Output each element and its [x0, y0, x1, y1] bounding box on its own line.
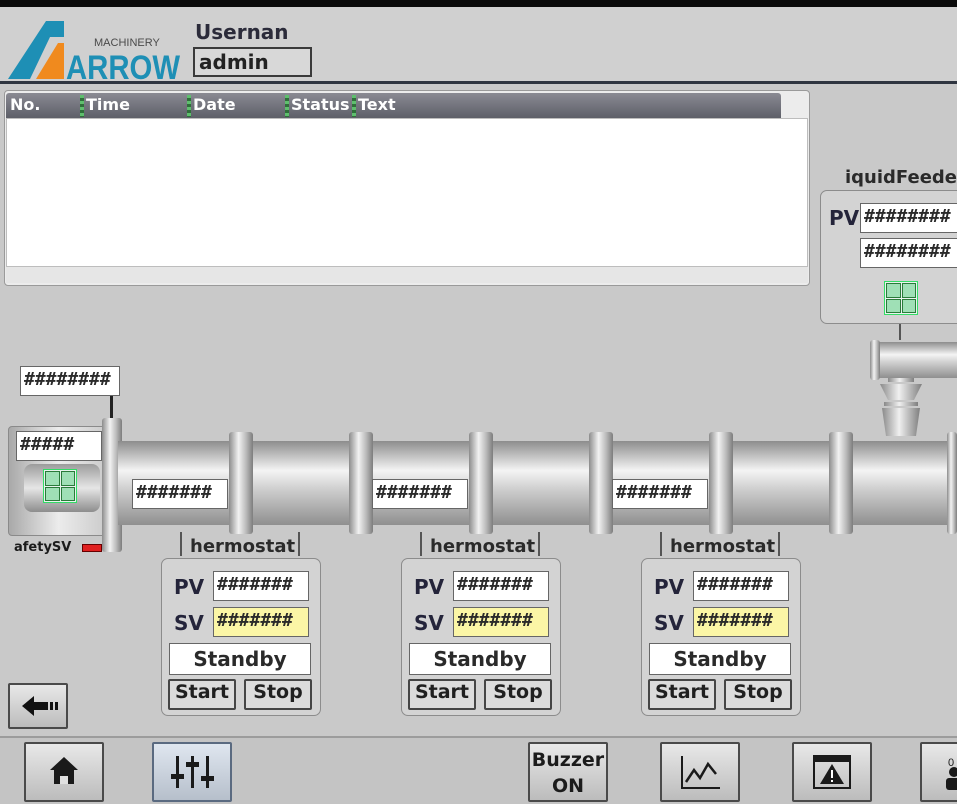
motor-speed-value[interactable]: ##### [16, 431, 102, 461]
settings-button[interactable] [152, 742, 232, 802]
barrel-flange [947, 432, 957, 534]
column-resize-handle[interactable] [352, 95, 356, 117]
alarm-col-date[interactable]: Date [193, 95, 236, 114]
zone1-pv-label: PV [174, 575, 205, 599]
zone2-pv-label: PV [414, 575, 445, 599]
home-icon [50, 757, 78, 784]
feeder-pv-label: PV [829, 206, 860, 230]
zone3-pv-label: PV [654, 575, 685, 599]
top-strip [0, 0, 957, 7]
buzzer-state: ON [551, 775, 585, 797]
zone1-start-button[interactable]: Start [168, 679, 236, 710]
alarm-table-body[interactable] [6, 118, 808, 267]
column-resize-handle[interactable] [80, 95, 84, 117]
line-chart-icon [681, 756, 720, 789]
zone2-title: hermostat [430, 536, 536, 557]
barrel-flange [229, 432, 253, 534]
alarm-button[interactable] [792, 742, 872, 802]
tab-line [180, 532, 182, 556]
zone3-title: hermostat [670, 536, 776, 557]
sliders-icon [171, 756, 214, 788]
buzzer-label: Buzzer [531, 749, 605, 771]
feeder-hopper [880, 378, 922, 440]
user-partial-label: 0 [948, 757, 954, 769]
zone1-sv-value[interactable]: ####### [213, 607, 309, 637]
home-button[interactable] [24, 742, 104, 802]
barrel-flange [469, 432, 493, 534]
barrel-flange [349, 432, 373, 534]
username-label: Usernan [195, 20, 289, 44]
logo-small-text: MACHINERY [94, 37, 160, 49]
zone2-sv-label: SV [414, 611, 444, 635]
zone3-stop-button[interactable]: Stop [724, 679, 792, 710]
username-field[interactable]: admin [193, 47, 312, 77]
zone2-start-button[interactable]: Start [408, 679, 476, 710]
alarm-table-footer [6, 267, 808, 283]
zone3-sv-label: SV [654, 611, 684, 635]
user-button[interactable]: 0 [920, 742, 957, 802]
zone3-pv-value: ####### [693, 571, 789, 601]
alarm-col-no[interactable]: No. [10, 95, 40, 114]
zone2-stop-button[interactable]: Stop [484, 679, 552, 710]
zone1-sv-label: SV [174, 611, 204, 635]
safety-sv-label: afetySV [14, 540, 72, 555]
user-icon: 0 [946, 757, 957, 790]
motor-connector [110, 396, 113, 418]
safety-indicator [82, 544, 102, 552]
zone2-pv-value: ####### [453, 571, 549, 601]
feeder-title: iquidFeede [845, 167, 957, 188]
zone3-barrel-temp: ####### [612, 479, 708, 509]
tab-line [660, 532, 662, 556]
zone1-title: hermostat [190, 536, 296, 557]
zone2-status: Standby [409, 643, 551, 675]
arrow-logo: MACHINERY ARROW [6, 13, 184, 87]
back-button[interactable] [8, 683, 68, 729]
zone2-sv-value[interactable]: ####### [453, 607, 549, 637]
connector-line [899, 324, 901, 340]
tab-line [778, 532, 780, 556]
zone3-start-button[interactable]: Start [648, 679, 716, 710]
trend-chart-icon[interactable] [43, 469, 77, 503]
feeder-pv-value: ######## [860, 203, 957, 233]
alarm-col-text[interactable]: Text [358, 95, 396, 114]
tab-line [538, 532, 540, 556]
zone1-barrel-temp: ####### [132, 479, 228, 509]
zone2-barrel-temp: ####### [372, 479, 468, 509]
warning-icon [813, 755, 851, 789]
barrel-flange [709, 432, 733, 534]
feeder-pipe [872, 342, 957, 378]
column-resize-handle[interactable] [187, 95, 191, 117]
trend-chart-icon[interactable] [884, 281, 918, 315]
feeder-sv-value[interactable]: ######## [860, 238, 957, 268]
barrel-flange [829, 432, 853, 534]
tab-line [420, 532, 422, 556]
back-arrow-icon [22, 696, 58, 716]
zone1-status: Standby [169, 643, 311, 675]
tab-line [298, 532, 300, 556]
buzzer-button[interactable]: Buzzer ON [528, 742, 608, 802]
motor-top-value[interactable]: ######## [20, 366, 120, 396]
zone3-sv-value[interactable]: ####### [693, 607, 789, 637]
zone1-pv-value: ####### [213, 571, 309, 601]
column-resize-handle[interactable] [285, 95, 289, 117]
zone1-stop-button[interactable]: Stop [244, 679, 312, 710]
trend-button[interactable] [660, 742, 740, 802]
logo-text: ARROW [66, 49, 181, 83]
zone3-status: Standby [649, 643, 791, 675]
feeder-flange [870, 340, 880, 380]
alarm-col-time[interactable]: Time [86, 95, 130, 114]
barrel-flange [589, 432, 613, 534]
alarm-col-status[interactable]: Status [291, 95, 350, 114]
